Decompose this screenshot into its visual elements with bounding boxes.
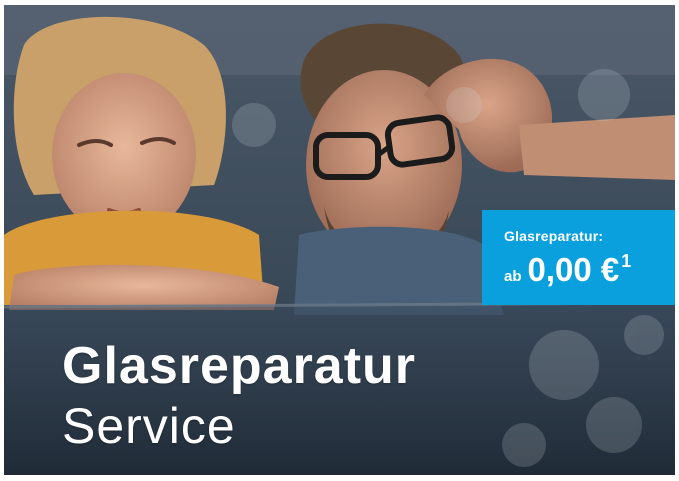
price-prefix: ab [504, 268, 522, 285]
man-shirt [294, 226, 504, 315]
banner-headline: Glasreparatur [62, 337, 417, 395]
price-badge-label: Glasreparatur: [504, 228, 604, 244]
man-arm [519, 115, 675, 180]
price-badge: Glasreparatur: ab 0,00 € 1 [482, 210, 675, 305]
price-line: ab 0,00 € 1 [504, 251, 675, 289]
glass-repair-promo-banner[interactable]: Glasreparatur: ab 0,00 € 1 Glasreparatur… [4, 5, 675, 475]
price-value: 0,00 € [527, 251, 620, 288]
price-footnote-marker: 1 [621, 251, 632, 271]
banner-subline: Service [62, 398, 236, 454]
